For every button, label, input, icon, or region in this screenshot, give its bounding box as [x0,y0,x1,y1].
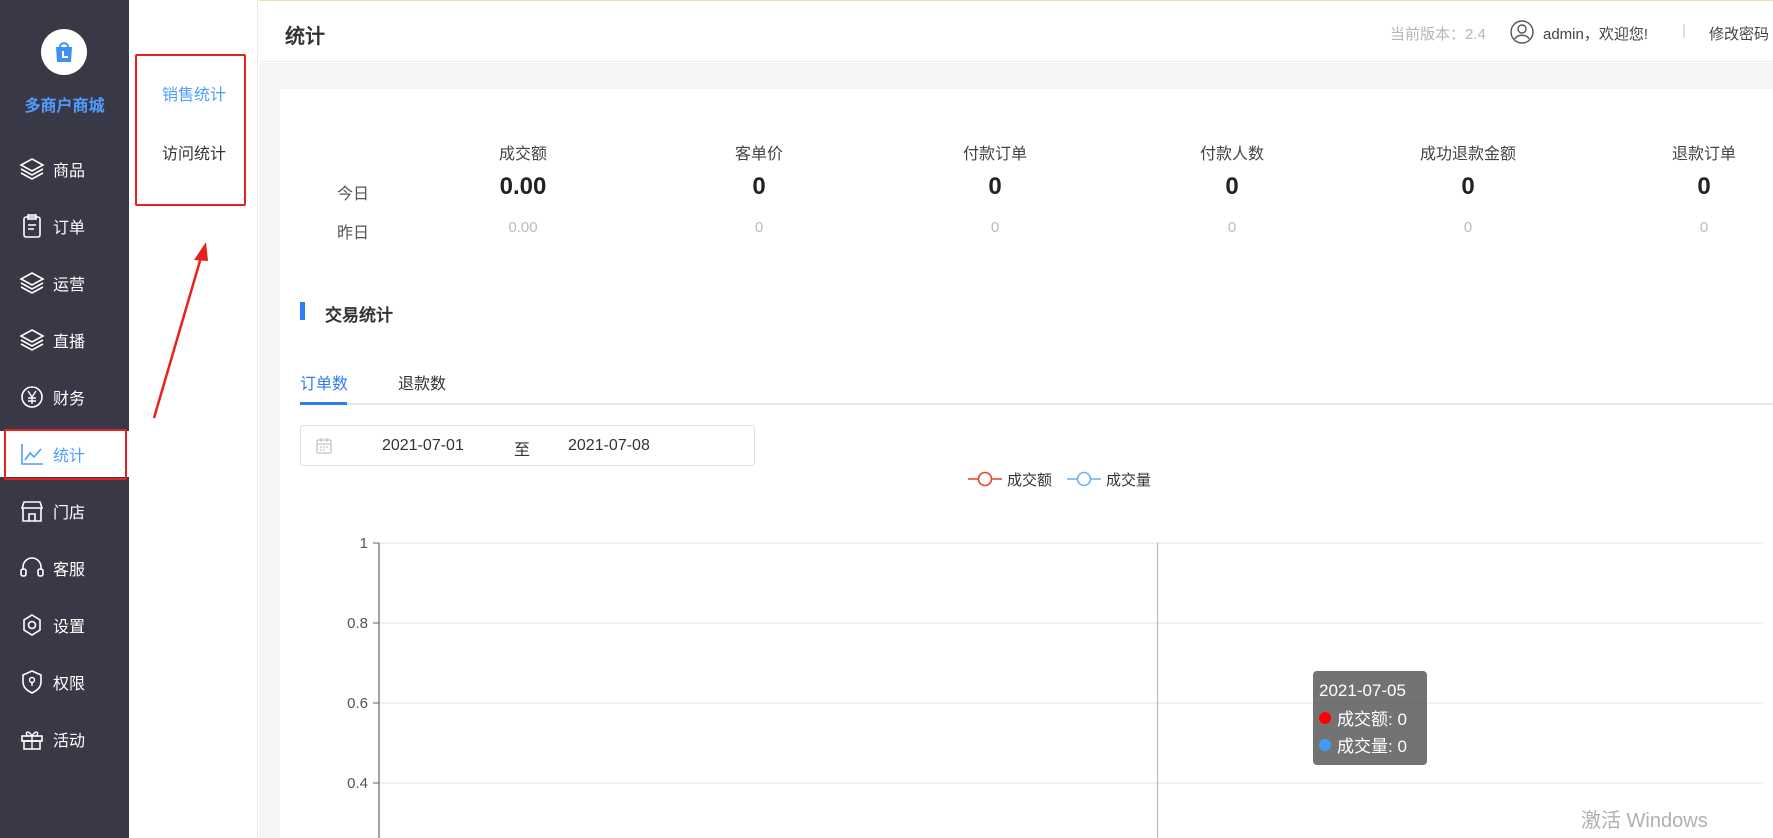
y-tick-label: 1 [360,535,368,552]
tooltip-volume-text: 成交量: 0 [1337,737,1407,756]
y-tick-label: 0.8 [347,615,368,632]
tooltip-dot-volume [1319,738,1331,751]
tooltip-dot-amount [1319,711,1331,724]
tooltip-amount-text: 成交额: 0 [1337,710,1407,729]
tooltip-row-volume: 成交量: 0 [1319,731,1421,758]
app-root: 多商户商城 商品 订单 运营 直播 财务 统计 门店 客服 设置 权限 活动 销… [0,0,1773,838]
chart-tooltip: 2021-07-05 成交额: 0 成交量: 0 [1313,671,1427,765]
y-tick-label: 0.4 [347,775,368,792]
windows-activation-watermark: 激活 Windows [1581,810,1708,832]
tooltip-row-amount: 成交额: 0 [1319,704,1421,731]
tooltip-date: 2021-07-05 [1319,680,1406,700]
annotation-box-statistics [4,429,127,480]
y-tick-label: 0.6 [347,695,368,712]
annotation-arrow-icon [152,242,208,419]
annotation-box-submenu [135,54,246,206]
trade-line-chart: 1 0.8 0.6 0.4 [347,535,1763,838]
